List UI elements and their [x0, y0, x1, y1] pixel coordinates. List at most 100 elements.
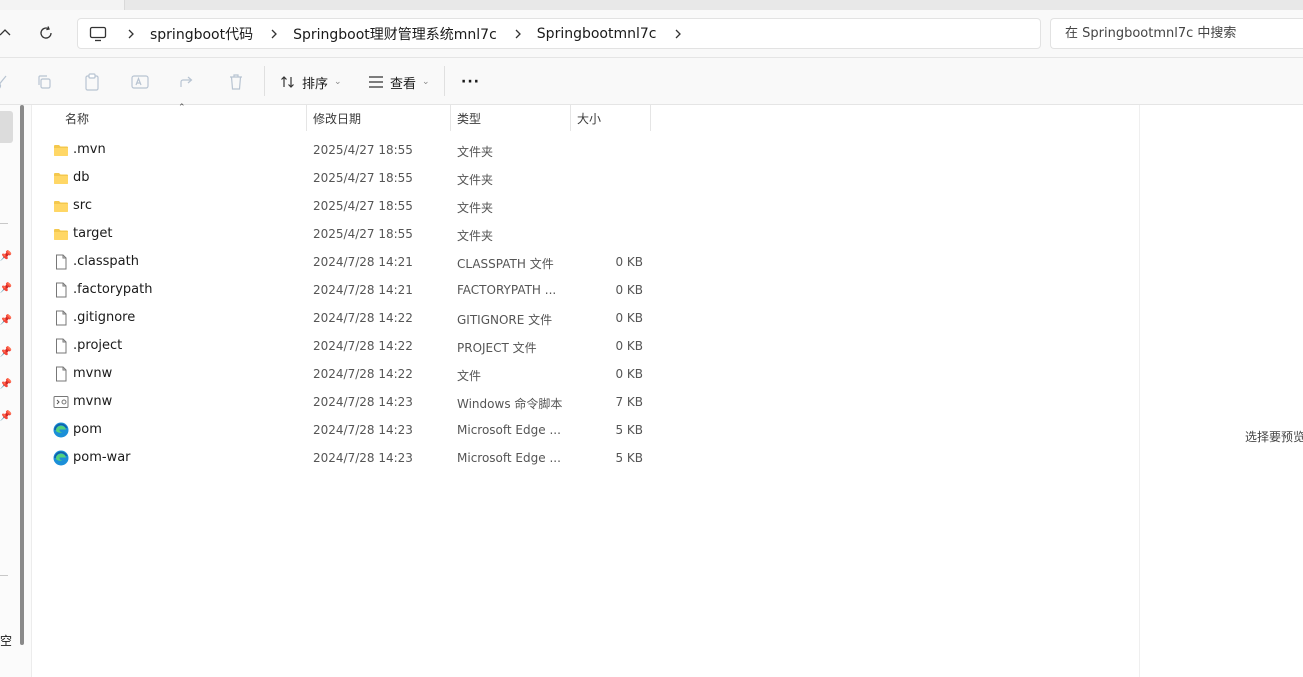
list-view-icon [369, 76, 383, 88]
more-icon: ··· [461, 74, 480, 90]
up-button[interactable] [0, 20, 18, 46]
pin-icon[interactable]: 📌 [0, 282, 12, 294]
sort-label: 排序 [302, 76, 329, 92]
file-row[interactable]: .gitignore 2024/7/28 14:22 GITIGNORE 文件 0 K… [49, 304, 649, 332]
file-row[interactable]: db 2025/4/27 18:55 文件夹 [49, 164, 649, 192]
file-size: 5 KB [615, 451, 643, 465]
script-icon [53, 394, 69, 410]
file-size: 0 KB [615, 339, 643, 353]
file-row[interactable]: .classpath 2024/7/28 14:21 CLASSPATH 文件 0 K… [49, 248, 649, 276]
this-pc-button[interactable] [78, 26, 118, 42]
file-type: FACTORYPATH ... [457, 283, 557, 297]
column-header-type-label: 类型 [457, 111, 482, 126]
folder-icon [53, 170, 69, 186]
file-type: Microsoft Edge ... [457, 423, 561, 437]
file-row[interactable]: target 2025/4/27 18:55 文件夹 [49, 220, 649, 248]
breadcrumb-separator[interactable] [118, 29, 144, 39]
rename-button[interactable] [130, 70, 150, 94]
breadcrumb-separator[interactable] [665, 29, 691, 39]
file-date: 2024/7/28 14:22 [313, 339, 413, 353]
breadcrumb-item[interactable]: Springbootmnl7c [537, 26, 657, 42]
file-row[interactable]: .factorypath 2024/7/28 14:21 FACTORYPATH .… [49, 276, 649, 304]
breadcrumb-item[interactable]: Springboot理财管理系统mnl7c [293, 24, 497, 44]
share-button[interactable] [178, 70, 198, 94]
file-name: target [73, 226, 113, 241]
file-icon [53, 366, 69, 382]
nav-scrollbar[interactable] [20, 105, 24, 645]
column-header-date[interactable]: 修改日期 [307, 105, 451, 131]
cut-button[interactable] [0, 70, 8, 94]
column-divider[interactable] [650, 105, 651, 131]
file-row[interactable]: .mvn 2025/4/27 18:55 文件夹 [49, 136, 649, 164]
paste-button[interactable] [82, 70, 102, 94]
file-size: 0 KB [615, 367, 643, 381]
file-date: 2024/7/28 14:23 [313, 395, 413, 409]
file-size: 0 KB [615, 311, 643, 325]
file-row[interactable]: src 2025/4/27 18:55 文件夹 [49, 192, 649, 220]
preview-placeholder: 选择要预览 [1245, 430, 1303, 444]
file-date: 2024/7/28 14:22 [313, 367, 413, 381]
file-row[interactable]: mvnw 2024/7/28 14:23 Windows 命令脚本 7 KB [49, 388, 649, 416]
breadcrumb-separator[interactable] [261, 29, 287, 39]
file-icon [53, 338, 69, 354]
navigation-pane: 📌 📌 📌 📌 📌 📌 空 [0, 105, 32, 677]
address-bar[interactable]: springboot代码 Springboot理财管理系统mnl7c Sprin… [77, 18, 1041, 49]
file-icon [53, 254, 69, 270]
clipboard-icon [85, 73, 99, 91]
more-options-button[interactable]: ··· [461, 70, 480, 94]
file-name: db [73, 170, 90, 185]
column-header-name-label: 名称 [65, 111, 90, 126]
file-type: 文件夹 [457, 229, 494, 243]
delete-button[interactable] [226, 70, 246, 94]
sort-button[interactable]: 排序 ⌄ [280, 70, 342, 94]
file-list: 名称 ⌃ 修改日期 类型 大小 .mvn 2025/4/27 18:55 文件夹 db… [33, 103, 1140, 677]
file-type: 文件 [457, 369, 482, 383]
file-name: .gitignore [73, 310, 136, 325]
refresh-button[interactable] [33, 20, 59, 46]
pin-icon[interactable]: 📌 [0, 346, 12, 358]
file-row[interactable]: pom 2024/7/28 14:23 Microsoft Edge ... 5 KB [49, 416, 649, 444]
pin-icon[interactable]: 📌 [0, 314, 12, 326]
column-header-size-label: 大小 [577, 111, 602, 126]
nav-selected-indicator[interactable] [0, 111, 13, 143]
view-button[interactable]: 查看 ⌄ [368, 70, 430, 94]
command-bar: 排序 ⌄ 查看 ⌄ ··· [0, 58, 1303, 105]
breadcrumb-item[interactable]: springboot代码 [150, 24, 253, 44]
sort-ascending-icon: ⌃ [178, 103, 186, 113]
folder-icon [53, 142, 69, 158]
search-input[interactable] [1050, 18, 1303, 49]
chevron-right-icon [515, 29, 521, 38]
scissors-icon [0, 75, 7, 89]
preview-pane: 选择要预览 [1141, 105, 1303, 677]
copy-button[interactable] [34, 70, 54, 94]
file-row[interactable]: .project 2024/7/28 14:22 PROJECT 文件 0 KB [49, 332, 649, 360]
file-name: .classpath [73, 254, 139, 269]
pin-icon[interactable]: 📌 [0, 250, 12, 262]
column-header-type[interactable]: 类型 [451, 105, 571, 131]
file-row[interactable]: pom-war 2024/7/28 14:23 Microsoft Edge ...… [49, 444, 649, 472]
pin-icon[interactable]: 📌 [0, 378, 12, 390]
toolbar-divider [264, 66, 265, 96]
folder-icon [53, 198, 69, 214]
file-size: 7 KB [615, 395, 643, 409]
column-header-size[interactable]: 大小 [571, 105, 651, 131]
column-header-date-label: 修改日期 [313, 111, 362, 126]
file-type: GITIGNORE 文件 [457, 313, 553, 327]
file-name: pom-war [73, 450, 131, 465]
file-name: src [73, 198, 92, 213]
file-date: 2025/4/27 18:55 [313, 171, 413, 185]
pin-icon[interactable]: 📌 [0, 410, 12, 422]
chevron-down-icon: ⌄ [334, 77, 342, 87]
nav-item-fragment[interactable]: 空 [0, 632, 12, 649]
file-type: PROJECT 文件 [457, 341, 537, 355]
file-date: 2024/7/28 14:21 [313, 283, 413, 297]
file-type: CLASSPATH 文件 [457, 257, 554, 271]
file-size: 5 KB [615, 423, 643, 437]
sort-icon [281, 76, 294, 88]
file-date: 2025/4/27 18:55 [313, 199, 413, 213]
chevron-right-icon [271, 29, 278, 38]
file-type: Windows 命令脚本 [457, 397, 563, 411]
breadcrumb-separator[interactable] [505, 29, 531, 39]
file-row[interactable]: mvnw 2024/7/28 14:22 文件 0 KB [49, 360, 649, 388]
file-icon [53, 282, 69, 298]
